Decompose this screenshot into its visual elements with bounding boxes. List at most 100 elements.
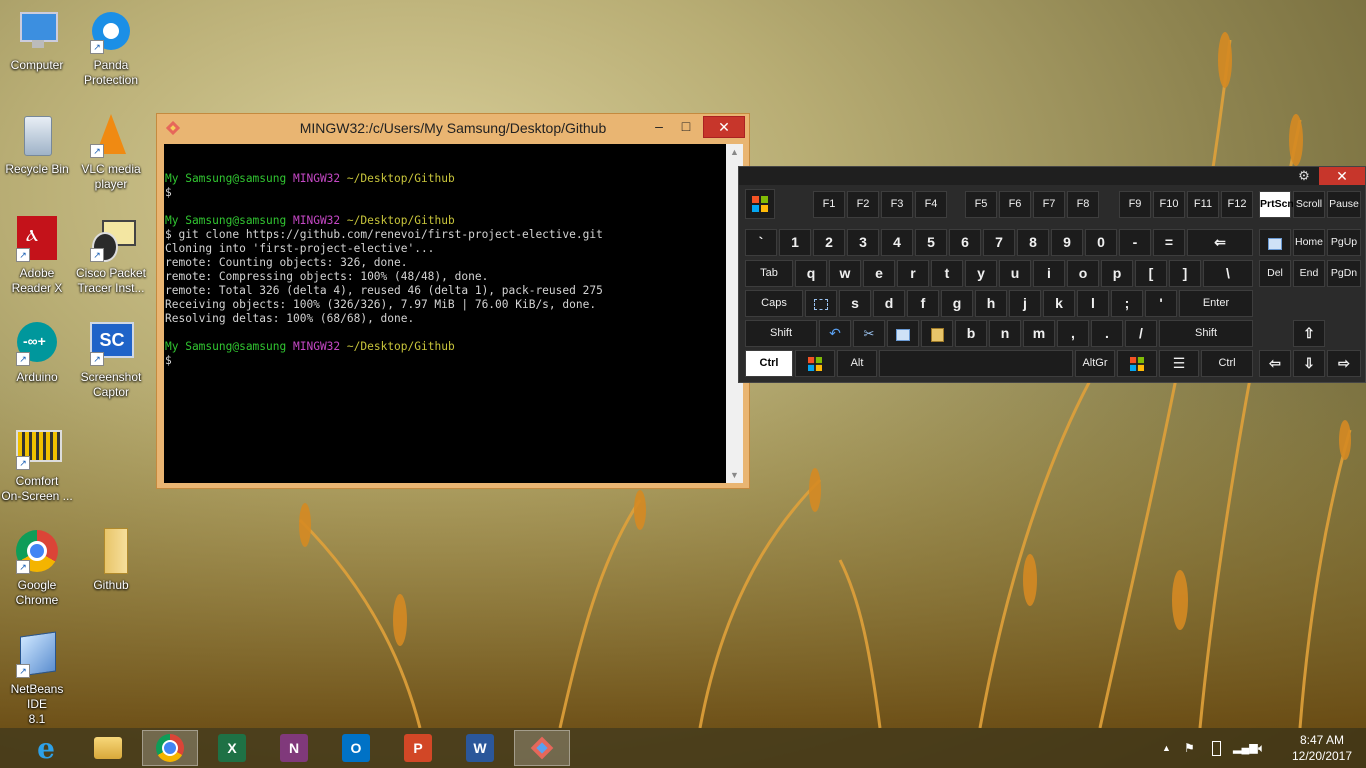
key-f1[interactable]: F1: [813, 191, 845, 218]
terminal-window[interactable]: MINGW32:/c/Users/My Samsung/Desktop/Gith…: [156, 113, 750, 489]
taskbar-excel[interactable]: X: [204, 730, 260, 766]
key-menu[interactable]: ☰: [1159, 350, 1199, 377]
key-f6[interactable]: F6: [999, 191, 1031, 218]
key-k[interactable]: k: [1043, 290, 1075, 317]
key-q[interactable]: q: [795, 260, 827, 287]
maximize-button[interactable]: □: [674, 116, 698, 136]
key-left-bracket[interactable]: [: [1135, 260, 1167, 287]
key-f8[interactable]: F8: [1067, 191, 1099, 218]
key-f12[interactable]: F12: [1221, 191, 1253, 218]
key-backslash[interactable]: \: [1203, 260, 1253, 287]
key-prtscn[interactable]: PrtScn: [1259, 191, 1294, 218]
key-b[interactable]: b: [955, 320, 987, 347]
desktop-icon-github-folder[interactable]: Github: [74, 528, 148, 593]
key-minus[interactable]: -: [1119, 229, 1151, 256]
scroll-down-icon[interactable]: ▼: [726, 467, 743, 483]
key-right-bracket[interactable]: ]: [1169, 260, 1201, 287]
key-caps[interactable]: Caps: [745, 290, 803, 317]
key-w[interactable]: w: [829, 260, 861, 287]
key-f7[interactable]: F7: [1033, 191, 1065, 218]
key-0[interactable]: 0: [1085, 229, 1117, 256]
key-select-tool[interactable]: [805, 290, 837, 317]
taskbar-git-bash[interactable]: [514, 730, 570, 766]
scroll-up-icon[interactable]: ▲: [726, 144, 743, 160]
key-g[interactable]: g: [941, 290, 973, 317]
desktop-icon-recycle-bin[interactable]: Recycle Bin: [0, 112, 74, 177]
key-f4[interactable]: F4: [915, 191, 947, 218]
desktop-icon-panda[interactable]: ↗ Panda Protection: [74, 8, 148, 88]
key-1[interactable]: 1: [779, 229, 811, 256]
key-6[interactable]: 6: [949, 229, 981, 256]
desktop-icon-netbeans[interactable]: ↗ NetBeans IDE 8.1: [0, 631, 74, 727]
key-semicolon[interactable]: ;: [1111, 290, 1143, 317]
key-7[interactable]: 7: [983, 229, 1015, 256]
key-5[interactable]: 5: [915, 229, 947, 256]
key-p[interactable]: p: [1101, 260, 1133, 287]
key-e[interactable]: e: [863, 260, 895, 287]
gear-icon[interactable]: ⚙: [1293, 167, 1315, 185]
key-home[interactable]: Home: [1293, 229, 1325, 256]
key-n[interactable]: n: [989, 320, 1021, 347]
key-arrow-down[interactable]: ⇩: [1293, 350, 1325, 377]
key-left-windows[interactable]: [795, 350, 835, 377]
keyboard-titlebar[interactable]: [739, 167, 1365, 185]
key-left-shift[interactable]: Shift: [745, 320, 817, 347]
key-pause[interactable]: Pause: [1327, 191, 1361, 218]
minimize-button[interactable]: –: [647, 116, 671, 136]
key-s[interactable]: s: [839, 290, 871, 317]
key-left-ctrl[interactable]: Ctrl: [745, 350, 793, 377]
key-cut[interactable]: ✂: [853, 320, 885, 347]
desktop-icon-google-chrome[interactable]: ↗ Google Chrome: [0, 528, 74, 608]
key-j[interactable]: j: [1009, 290, 1041, 317]
taskbar-google-chrome[interactable]: [142, 730, 198, 766]
keyboard-close-button[interactable]: ✕: [1319, 167, 1365, 185]
key-d[interactable]: d: [873, 290, 905, 317]
key-equals[interactable]: =: [1153, 229, 1185, 256]
key-l[interactable]: l: [1077, 290, 1109, 317]
key-u[interactable]: u: [999, 260, 1031, 287]
key-3[interactable]: 3: [847, 229, 879, 256]
key-space[interactable]: [879, 350, 1073, 377]
key-end[interactable]: End: [1293, 260, 1325, 287]
taskbar-clock[interactable]: 8:47 AM 12/20/2017: [1282, 732, 1362, 764]
key-arrow-left[interactable]: ⇦: [1259, 350, 1291, 377]
key-8[interactable]: 8: [1017, 229, 1049, 256]
key-enter[interactable]: Enter: [1179, 290, 1253, 317]
key-f9[interactable]: F9: [1119, 191, 1151, 218]
key-f[interactable]: f: [907, 290, 939, 317]
key-scroll[interactable]: Scroll: [1293, 191, 1325, 218]
key-arrow-up[interactable]: ⇧: [1293, 320, 1325, 347]
key-2[interactable]: 2: [813, 229, 845, 256]
key-alt[interactable]: Alt: [837, 350, 877, 377]
windows-menu-key[interactable]: [745, 189, 775, 219]
desktop-icon-vlc[interactable]: ↗ VLC media player: [74, 112, 148, 192]
key-undo[interactable]: ↶: [819, 320, 851, 347]
flag-icon[interactable]: ⚑: [1184, 736, 1195, 760]
battery-icon[interactable]: [1212, 736, 1221, 760]
key-pgup[interactable]: PgUp: [1327, 229, 1361, 256]
taskbar-powerpoint[interactable]: P: [390, 730, 446, 766]
close-button[interactable]: ✕: [703, 116, 745, 138]
key-paste[interactable]: [921, 320, 953, 347]
speaker-icon[interactable]: 🔈︎: [1258, 736, 1265, 760]
desktop-icon-cisco-packet-tracer[interactable]: ↗ Cisco Packet Tracer Inst...: [74, 216, 148, 296]
key-tab[interactable]: Tab: [745, 260, 793, 287]
key-right-windows[interactable]: [1117, 350, 1157, 377]
taskbar-onenote[interactable]: N: [266, 730, 322, 766]
key-arrow-right[interactable]: ⇨: [1327, 350, 1361, 377]
key-m[interactable]: m: [1023, 320, 1055, 347]
key-t[interactable]: t: [931, 260, 963, 287]
taskbar-internet-explorer[interactable]: e: [18, 730, 74, 766]
key-h[interactable]: h: [975, 290, 1007, 317]
key-slash[interactable]: /: [1125, 320, 1157, 347]
key-right-shift[interactable]: Shift: [1159, 320, 1253, 347]
desktop-icon-screenshot-captor[interactable]: SC ↗ Screenshot Captor: [74, 320, 148, 400]
key-o[interactable]: o: [1067, 260, 1099, 287]
show-hidden-icons-button[interactable]: ▲: [1162, 736, 1171, 760]
taskbar-outlook[interactable]: O: [328, 730, 384, 766]
terminal-screen[interactable]: My Samsung@samsung MINGW32 ~/Desktop/Git…: [164, 144, 726, 483]
key-altgr[interactable]: AltGr: [1075, 350, 1115, 377]
desktop-icon-computer[interactable]: Computer: [0, 8, 74, 73]
key-backtick[interactable]: `: [745, 229, 777, 256]
desktop-icon-comfort-onscreen[interactable]: ↗ Comfort On-Screen ...: [0, 424, 74, 504]
